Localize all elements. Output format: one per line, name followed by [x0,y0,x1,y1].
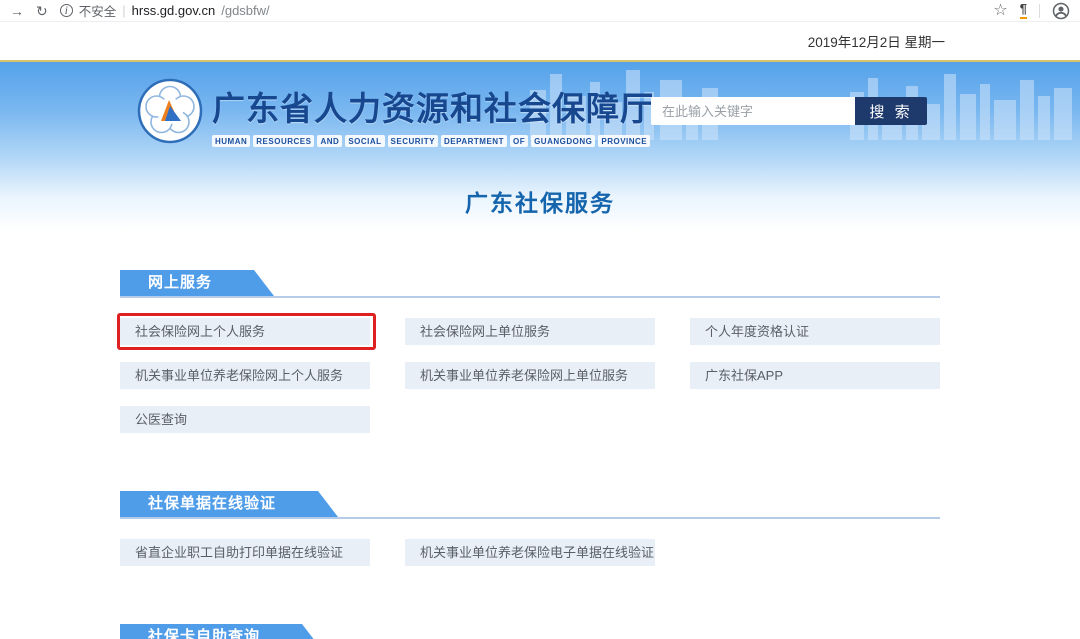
forward-icon[interactable]: → [10,4,24,18]
subtitle-word: SOCIAL [345,135,384,147]
info-icon[interactable]: i [60,4,73,17]
search-button[interactable]: 搜 索 [855,97,927,125]
brand-block: 广东省人力资源和社会保障厅 HUMANRESOURCESANDSOCIAL SEC… [212,82,654,147]
service-item[interactable]: 个人年度资格认证 [690,318,940,345]
service-section: 社保卡自助查询 [120,624,940,639]
service-items-grid: 省直企业职工自助打印单据在线验证 机关事业单位养老保险电子单据在线验证 [120,539,940,566]
service-section: 社保单据在线验证省直企业职工自助打印单据在线验证 机关事业单位养老保险电子单据在线… [120,491,940,566]
reload-icon[interactable]: ↻ [36,4,48,18]
current-date: 2019年12月2日 星期一 [808,31,945,51]
service-item[interactable]: 省直企业职工自助打印单据在线验证 [120,539,370,566]
address-bar[interactable]: i 不安全 | hrss.gd.gov.cn/gdsbfw/ [60,1,270,20]
url-separator: | [122,3,125,18]
site-header: 广东省人力资源和社会保障厅 HUMANRESOURCESANDSOCIAL SEC… [0,62,1080,230]
service-item-cell: 机关事业单位养老保险电子单据在线验证 [405,539,655,566]
subtitle-word: GUANGDONG [531,135,595,147]
section-title-ribbon: 网上服务 [120,270,274,296]
subtitle-word: SECURITY [388,135,438,147]
url-path: /gdsbfw/ [221,3,269,18]
site-title: 广东省人力资源和社会保障厅 [212,82,654,130]
subtitle-word: HUMAN [212,135,250,147]
profile-icon[interactable] [1052,2,1070,20]
service-items-grid: 社会保险网上个人服务 社会保险网上单位服务 个人年度资格认证机关事业单位养老保险网上… [120,318,940,433]
service-item[interactable]: 机关事业单位养老保险网上单位服务 [405,362,655,389]
service-item-cell: 机关事业单位养老保险网上个人服务 [120,362,370,389]
section-header: 社保单据在线验证 [120,491,940,519]
toolbar-divider [1039,4,1040,18]
subtitle-word: PROVINCE [598,135,650,147]
service-item-cell: 广东社保APP [690,362,940,389]
subtitle-word: OF [510,135,528,147]
subtitle-word: AND [317,135,342,147]
bookmark-star-icon[interactable]: ☆ [993,3,1007,19]
service-item[interactable]: 机关事业单位养老保险网上个人服务 [120,362,370,389]
service-item-cell: 社会保险网上个人服务 [120,318,370,345]
subtitle-word: DEPARTMENT [441,135,507,147]
section-title-ribbon: 社保单据在线验证 [120,491,338,517]
section-header: 网上服务 [120,270,940,298]
browser-toolbar: → ↻ i 不安全 | hrss.gd.gov.cn/gdsbfw/ ☆ ¶ [0,0,1080,22]
security-label: 不安全 [79,1,117,20]
section-header: 社保卡自助查询 [120,624,940,639]
service-item[interactable]: 机关事业单位养老保险电子单据在线验证 [405,539,655,566]
service-item[interactable]: 社会保险网上个人服务 [120,318,370,345]
department-logo [137,78,203,144]
site-subtitle: HUMANRESOURCESANDSOCIAL SECURITYDEPARTMEN… [212,135,654,147]
service-item[interactable]: 社会保险网上单位服务 [405,318,655,345]
subtitle-word: RESOURCES [253,135,314,147]
extension-icon[interactable]: ¶ [1020,2,1027,18]
service-item[interactable]: 公医查询 [120,406,370,433]
search-input[interactable] [651,97,855,125]
search-bar: 搜 索 [651,97,927,125]
service-item-cell: 社会保险网上单位服务 [405,318,655,345]
service-item[interactable]: 广东社保APP [690,362,940,389]
section-title-ribbon: 社保卡自助查询 [120,624,322,639]
services-content: 网上服务社会保险网上个人服务 社会保险网上单位服务 个人年度资格认证机关事业单位养老… [120,230,940,639]
service-item-cell: 个人年度资格认证 [690,318,940,345]
date-bar: 2019年12月2日 星期一 [0,22,1080,60]
service-item-cell: 省直企业职工自助打印单据在线验证 [120,539,370,566]
service-item-cell: 公医查询 [120,406,370,433]
service-section: 网上服务社会保险网上个人服务 社会保险网上单位服务 个人年度资格认证机关事业单位养老… [120,270,940,433]
url-host: hrss.gd.gov.cn [132,3,216,18]
service-item-cell: 机关事业单位养老保险网上单位服务 [405,362,655,389]
page-title: 广东社保服务 [0,162,1080,218]
